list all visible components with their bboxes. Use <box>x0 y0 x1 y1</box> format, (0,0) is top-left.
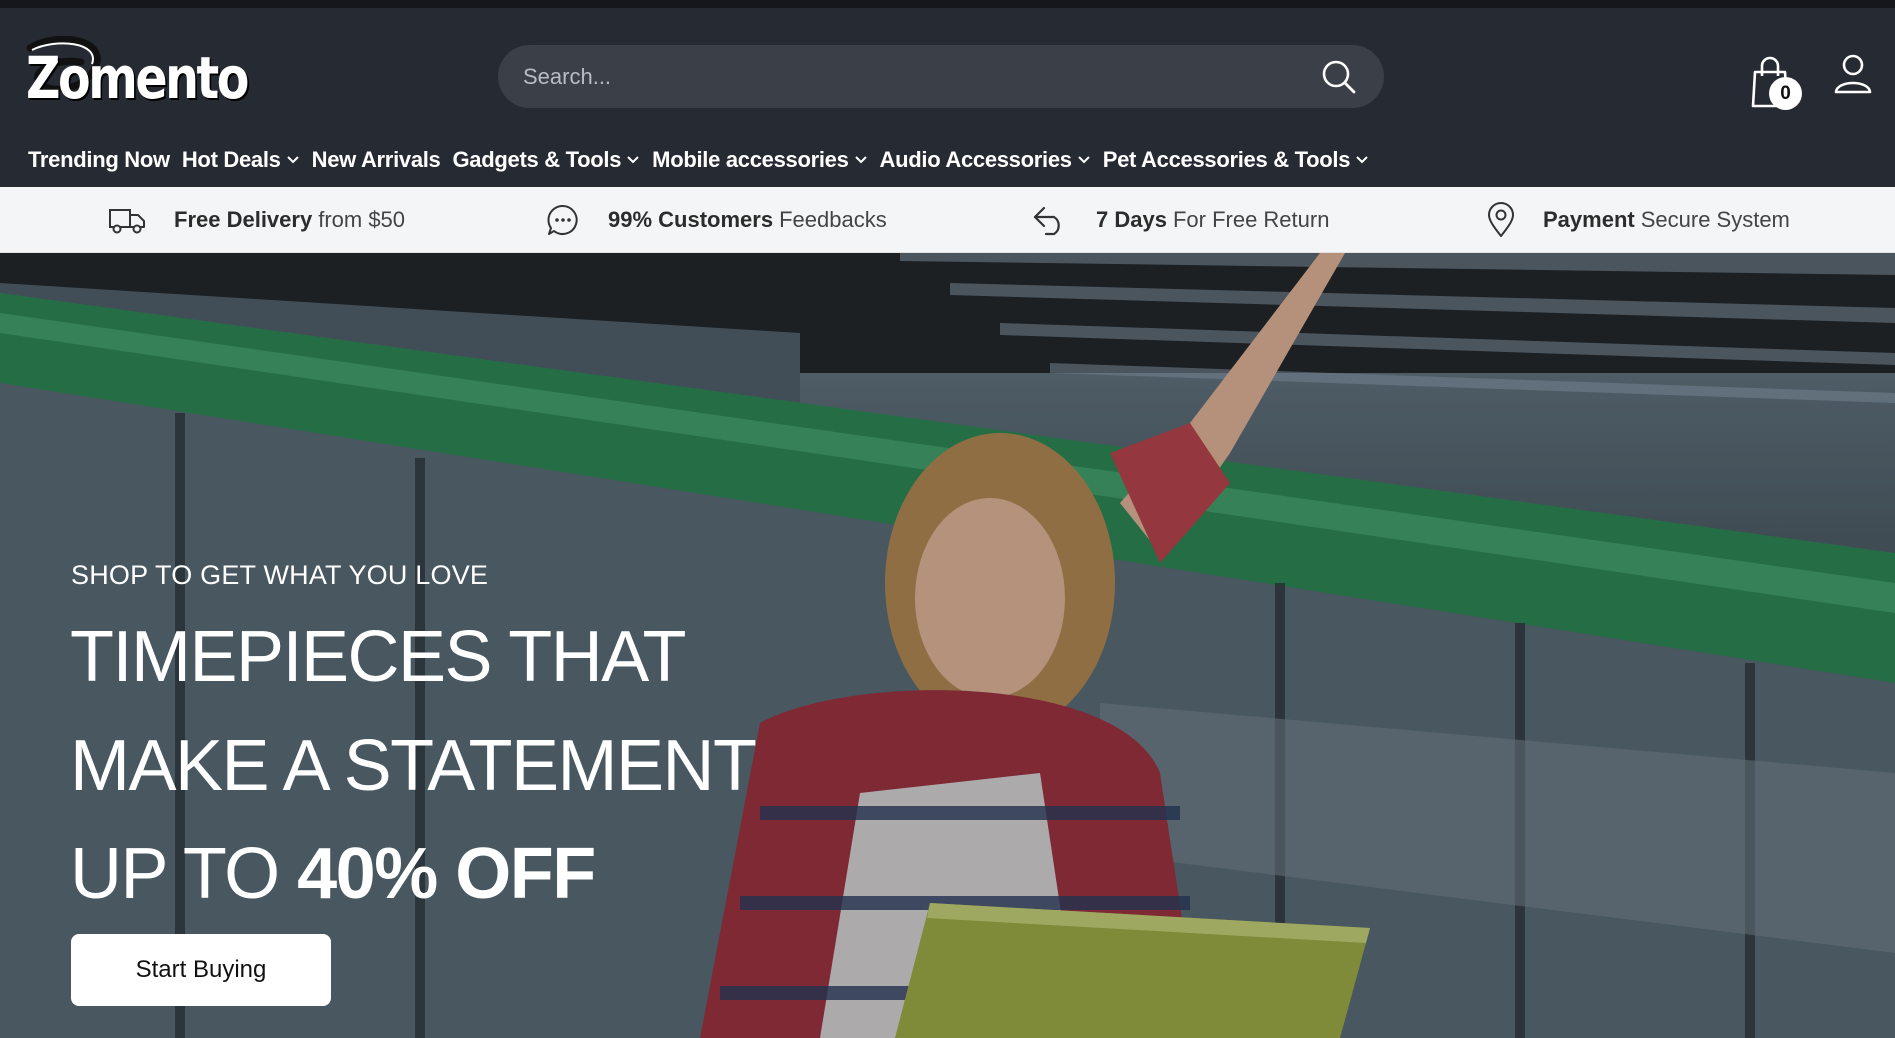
brand-name: Zomento <box>26 44 249 112</box>
feature-title: 7 Days <box>1096 207 1167 232</box>
main-navigation: Trending Now Hot Deals New Arrivals Gadg… <box>28 145 1381 175</box>
features-bar: Free Delivery from $50 99% Customers Fee… <box>0 187 1895 253</box>
nav-label: Pet Accessories & Tools <box>1102 147 1351 172</box>
feature-customer-feedback: 99% Customers Feedbacks <box>546 187 887 253</box>
nav-item-new-arrivals[interactable]: New Arrivals <box>312 147 441 173</box>
feature-text: Secure System <box>1640 207 1790 232</box>
nav-label: Hot Deals <box>181 147 281 172</box>
hero-offer-prefix: UP TO <box>70 834 298 914</box>
search-input[interactable] <box>498 45 1384 108</box>
hero-eyebrow: SHOP TO GET WHAT YOU LOVE <box>71 560 489 590</box>
nav-label: Gadgets & Tools <box>452 147 622 172</box>
nav-label: Trending Now <box>28 147 170 172</box>
start-buying-button[interactable]: Start Buying <box>71 934 331 1006</box>
chevron-down-icon <box>1356 156 1368 164</box>
nav-item-hot-deals[interactable]: Hot Deals <box>182 147 300 173</box>
chevron-down-icon <box>627 156 639 164</box>
truck-icon <box>109 209 145 234</box>
hero-headline-line1: TIMEPIECES THAT <box>70 617 686 697</box>
top-strip <box>0 0 1895 8</box>
nav-label: Mobile accessories <box>652 147 849 172</box>
site-header: Zomento 0 Trending Now Hot Deals New Arr… <box>0 8 1895 187</box>
feature-text: from $50 <box>318 207 406 232</box>
hero-offer-discount: 40% OFF <box>297 834 596 914</box>
feature-free-delivery: Free Delivery from $50 <box>108 187 405 253</box>
chat-icon <box>547 204 578 235</box>
feature-title: 99% Customers <box>608 207 774 232</box>
feature-free-return: 7 Days For Free Return <box>1032 187 1329 253</box>
chevron-down-icon <box>1078 156 1090 164</box>
hero-headline-line3: UP TO 40% OFF <box>70 838 596 910</box>
nav-label: New Arrivals <box>311 147 441 172</box>
hero-banner: SHOP TO GET WHAT YOU LOVE TIMEPIECES THA… <box>0 253 1895 1038</box>
chevron-down-icon <box>854 156 867 164</box>
chevron-down-icon <box>286 156 299 164</box>
location-pin-icon <box>1488 202 1514 237</box>
feature-title: Payment <box>1543 207 1635 232</box>
nav-item-mobile-accessories[interactable]: Mobile accessories <box>652 147 867 173</box>
cart-count-badge: 0 <box>1769 77 1802 110</box>
hero-headline-line2: MAKE A STATEMENT <box>70 726 757 806</box>
brand-logo[interactable]: Zomento <box>26 36 249 118</box>
nav-item-pet-accessories-tools[interactable]: Pet Accessories & Tools <box>1103 147 1369 173</box>
nav-item-gadgets-tools[interactable]: Gadgets & Tools <box>453 147 641 173</box>
user-account-icon[interactable] <box>1834 54 1872 94</box>
return-arrow-icon <box>1033 206 1060 236</box>
nav-item-trending-now[interactable]: Trending Now <box>28 147 170 173</box>
nav-item-audio-accessories[interactable]: Audio Accessories <box>880 147 1091 173</box>
nav-label: Audio Accessories <box>879 147 1072 172</box>
feature-text: Feedbacks <box>779 207 887 232</box>
feature-text: For Free Return <box>1172 207 1330 232</box>
search-icon[interactable] <box>1320 58 1358 96</box>
feature-title: Free Delivery <box>174 207 313 232</box>
feature-secure-payment: Payment Secure System <box>1487 187 1790 253</box>
